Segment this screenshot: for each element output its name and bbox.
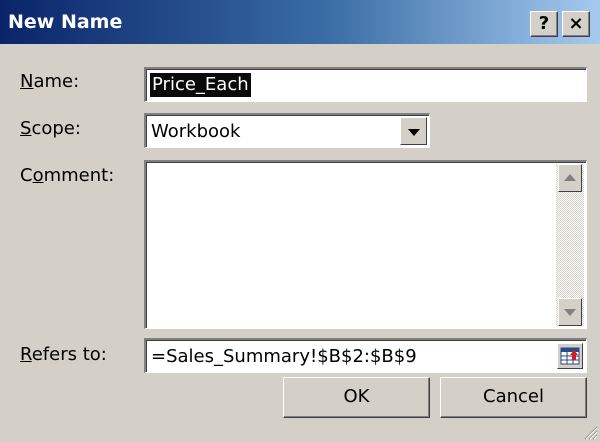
help-button[interactable]: ? <box>530 11 558 37</box>
chevron-down-icon[interactable] <box>400 117 427 145</box>
arrow-up-icon[interactable] <box>558 164 582 192</box>
name-label: Name: <box>20 71 80 92</box>
scope-value: Workbook <box>151 121 241 142</box>
refers-to-input[interactable]: =Sales_Summary!$B$2:$B$9 <box>144 338 587 373</box>
title-bar[interactable]: New Name ? × <box>0 0 600 44</box>
name-value: Price_Each <box>150 73 251 97</box>
close-icon: × <box>568 13 584 34</box>
comment-scrollbar[interactable] <box>556 164 584 326</box>
question-icon: ? <box>538 13 550 34</box>
refers-to-label: Refers to: <box>20 344 107 365</box>
arrow-down-icon[interactable] <box>558 298 582 326</box>
comment-label: Comment: <box>20 165 115 186</box>
new-name-dialog: New Name ? × Name: Price_Each Scope: Wor… <box>0 0 600 442</box>
scope-select[interactable]: Workbook <box>144 113 430 148</box>
collapse-dialog-icon <box>560 347 580 365</box>
dialog-title: New Name <box>8 11 123 33</box>
cancel-button[interactable]: Cancel <box>440 377 587 418</box>
comment-textarea[interactable] <box>144 160 587 329</box>
close-button[interactable]: × <box>562 11 590 37</box>
collapse-dialog-button[interactable] <box>557 343 583 369</box>
refers-to-value: =Sales_Summary!$B$2:$B$9 <box>151 346 417 367</box>
ok-button[interactable]: OK <box>283 377 430 418</box>
scope-label: Scope: <box>20 118 81 139</box>
resize-grip-icon[interactable] <box>582 424 598 440</box>
name-input[interactable]: Price_Each <box>144 67 587 102</box>
